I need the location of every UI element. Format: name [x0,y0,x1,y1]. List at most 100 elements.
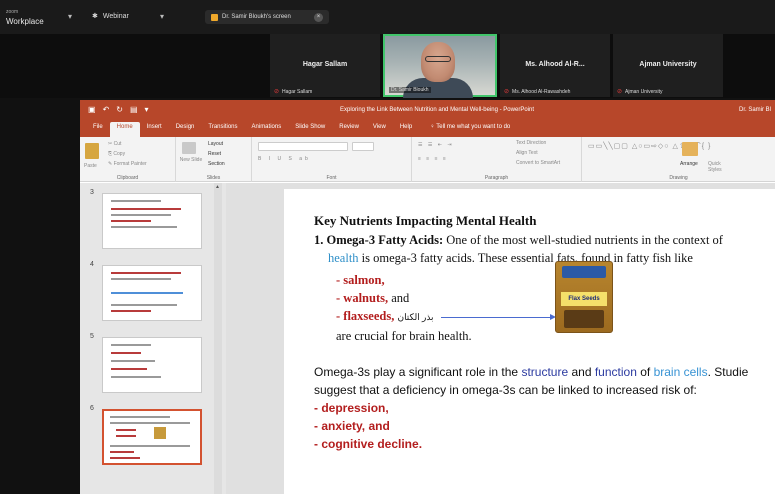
list-buttons[interactable]: ☰ ☰ ⇤ ⇥ [418,142,454,148]
font-name-select[interactable] [258,142,348,151]
tab-file[interactable]: File [86,122,110,137]
font-size-select[interactable] [352,142,374,151]
text-direction-button[interactable]: Text Direction [516,140,546,146]
undo-icon[interactable]: ↶ [103,105,110,114]
present-icon[interactable]: ▤ [130,105,138,114]
item-heading: Omega-3 Fatty Acids: [326,233,444,247]
slide-thumbnail[interactable] [102,265,202,321]
group-label: Slides [206,175,221,181]
bullet-text: - flaxseeds, [336,309,395,323]
bullet-flaxseeds: - flaxseeds, بذر الكتان [336,309,434,324]
item-number: 1. [314,233,324,247]
tab-home[interactable]: Home [109,122,140,137]
webinar-icon: ✱ [92,13,98,20]
speaker-glasses [425,56,451,62]
clipboard-group: Paste ✂ Cut ⎘ Copy ✎ Format Painter Clip… [80,137,176,182]
format-painter-button[interactable]: ✎ Format Painter [108,161,147,167]
participant-tile[interactable]: Ms. Alhood Al-R... ⊘ Ms. Alhood Al-Rawash… [500,34,610,97]
quick-styles-button[interactable]: Quick Styles [708,161,732,173]
participant-name: Ajman University [639,61,697,68]
seeds-window [564,310,604,328]
slide-title: Key Nutrients Impacting Mental Health [314,213,537,228]
omega3-role-line-2: suggest that a deficiency in omega-3s ca… [314,383,697,397]
participant-tile[interactable]: Hagar Sallam ⊘ Hagar Sallam [270,34,380,97]
tab-view[interactable]: View [366,122,393,137]
slide-thumbnail[interactable] [102,193,202,249]
tab-help[interactable]: Help [393,122,419,137]
arrange-button[interactable]: Arrange [680,161,698,167]
smartart-button[interactable]: Convert to SmartArt [516,160,560,166]
tab-review[interactable]: Review [332,122,366,137]
para-text: and [568,365,595,379]
screen-share-indicator[interactable]: Dr. Samir Bloukh's screen × [205,10,329,24]
slide-thumbnail-selected[interactable] [102,409,202,465]
font-style-buttons[interactable]: B I U S ab [258,156,311,162]
bullet-suffix: and [388,291,410,305]
flax-seeds-image[interactable]: Flax Seeds [555,261,613,333]
layout-button[interactable]: Layout [208,141,223,147]
customize-icon[interactable]: ▾ [145,105,149,114]
group-label: Paragraph [484,175,509,181]
tab-insert[interactable]: Insert [140,122,169,137]
participant-tile[interactable]: Ajman University ⊘ Ajman University [613,34,723,97]
font-group: B I U S ab Font [252,137,412,182]
save-icon[interactable]: ▣ [88,105,96,114]
screen: zoom Workplace ▾ ✱ Webinar ▾ Dr. Samir B… [0,0,775,494]
reset-button[interactable]: Reset [208,151,221,157]
section-button[interactable]: Section [208,161,225,167]
paste-button[interactable]: Paste [84,163,97,169]
slide-number: 5 [90,333,94,340]
scroll-up-icon[interactable]: ▲ [215,184,220,190]
brand-line-2: Workplace [6,17,44,26]
tab-slide-show[interactable]: Slide Show [288,122,332,137]
omega3-paragraph-line-1: 1. Omega-3 Fatty Acids: One of the most … [314,233,723,248]
new-slide-button[interactable]: New Slide [179,157,203,163]
tab-design[interactable]: Design [169,122,202,137]
powerpoint-window: ▣ ↶ ↻ ▤ ▾ Exploring the Link Between Nut… [80,100,775,494]
tell-me-search[interactable]: ♀ Tell me what you want to do [423,122,517,137]
participant-tag-label: Dr. Samir Bloukh [391,87,429,93]
align-text-button[interactable]: Align Text [516,150,538,156]
slide-thumbnail[interactable] [102,337,202,393]
chevron-down-icon[interactable]: ▾ [160,12,164,21]
tab-animations[interactable]: Animations [245,122,289,137]
chevron-down-icon[interactable]: ▾ [68,12,72,21]
muted-mic-icon: ⊘ [274,89,280,95]
close-icon[interactable]: × [314,12,323,22]
participant-tag: ⊘ Hagar Sallam [274,88,312,96]
tab-transitions[interactable]: Transitions [201,122,244,137]
bullet-text: - walnuts, [336,291,389,305]
paste-icon[interactable] [85,143,99,159]
group-label: Drawing [669,175,688,181]
arabic-label: بذر الكتان [397,312,434,322]
copy-button[interactable]: ⎘ Copy [108,151,125,157]
ribbon: Paste ✂ Cut ⎘ Copy ✎ Format Painter Clip… [80,137,775,182]
brand-line-1: zoom [6,9,19,15]
bullet-salmon: - salmon, [336,273,385,288]
new-slide-icon[interactable] [182,142,196,154]
slide[interactable]: Key Nutrients Impacting Mental Health 1.… [284,189,775,494]
slide-number: 6 [90,405,94,412]
omega3-role-line-1: Omega-3s play a significant role in the … [314,365,748,379]
copy-label: Copy [113,151,126,157]
redo-icon[interactable]: ↻ [116,105,123,114]
cut-button[interactable]: ✂ Cut [108,141,121,147]
zoom-brand: zoom Workplace [6,8,56,26]
participant-tag-label: Ms. Alhood Al-Rawashdeh [512,88,571,95]
account-name[interactable]: Dr. Samir Bl [739,107,771,113]
quick-access-toolbar: ▣ ↶ ↻ ▤ ▾ [88,105,149,114]
para-text: of [636,365,654,379]
flax-seeds-thumbnail-image [154,427,166,439]
thumbnails-scrollbar[interactable]: ▲ [214,183,222,494]
arrow-connector[interactable] [441,317,553,318]
participant-video-tile[interactable]: Dr. Samir Bloukh [383,34,497,98]
omega3-paragraph-line-2: health is omega-3 fatty acids. These ess… [328,251,693,266]
align-buttons[interactable]: ≡ ≡ ≡ ≡ [418,156,448,162]
slide-canvas: Key Nutrients Impacting Mental Health 1.… [226,183,775,494]
bag-logo [562,266,606,278]
webinar-menu[interactable]: ✱ Webinar [92,12,129,21]
function-keyword: function [594,365,637,379]
structure-keyword: structure [521,365,569,379]
slide-number: 4 [90,261,94,268]
slide-number: 3 [90,189,94,196]
